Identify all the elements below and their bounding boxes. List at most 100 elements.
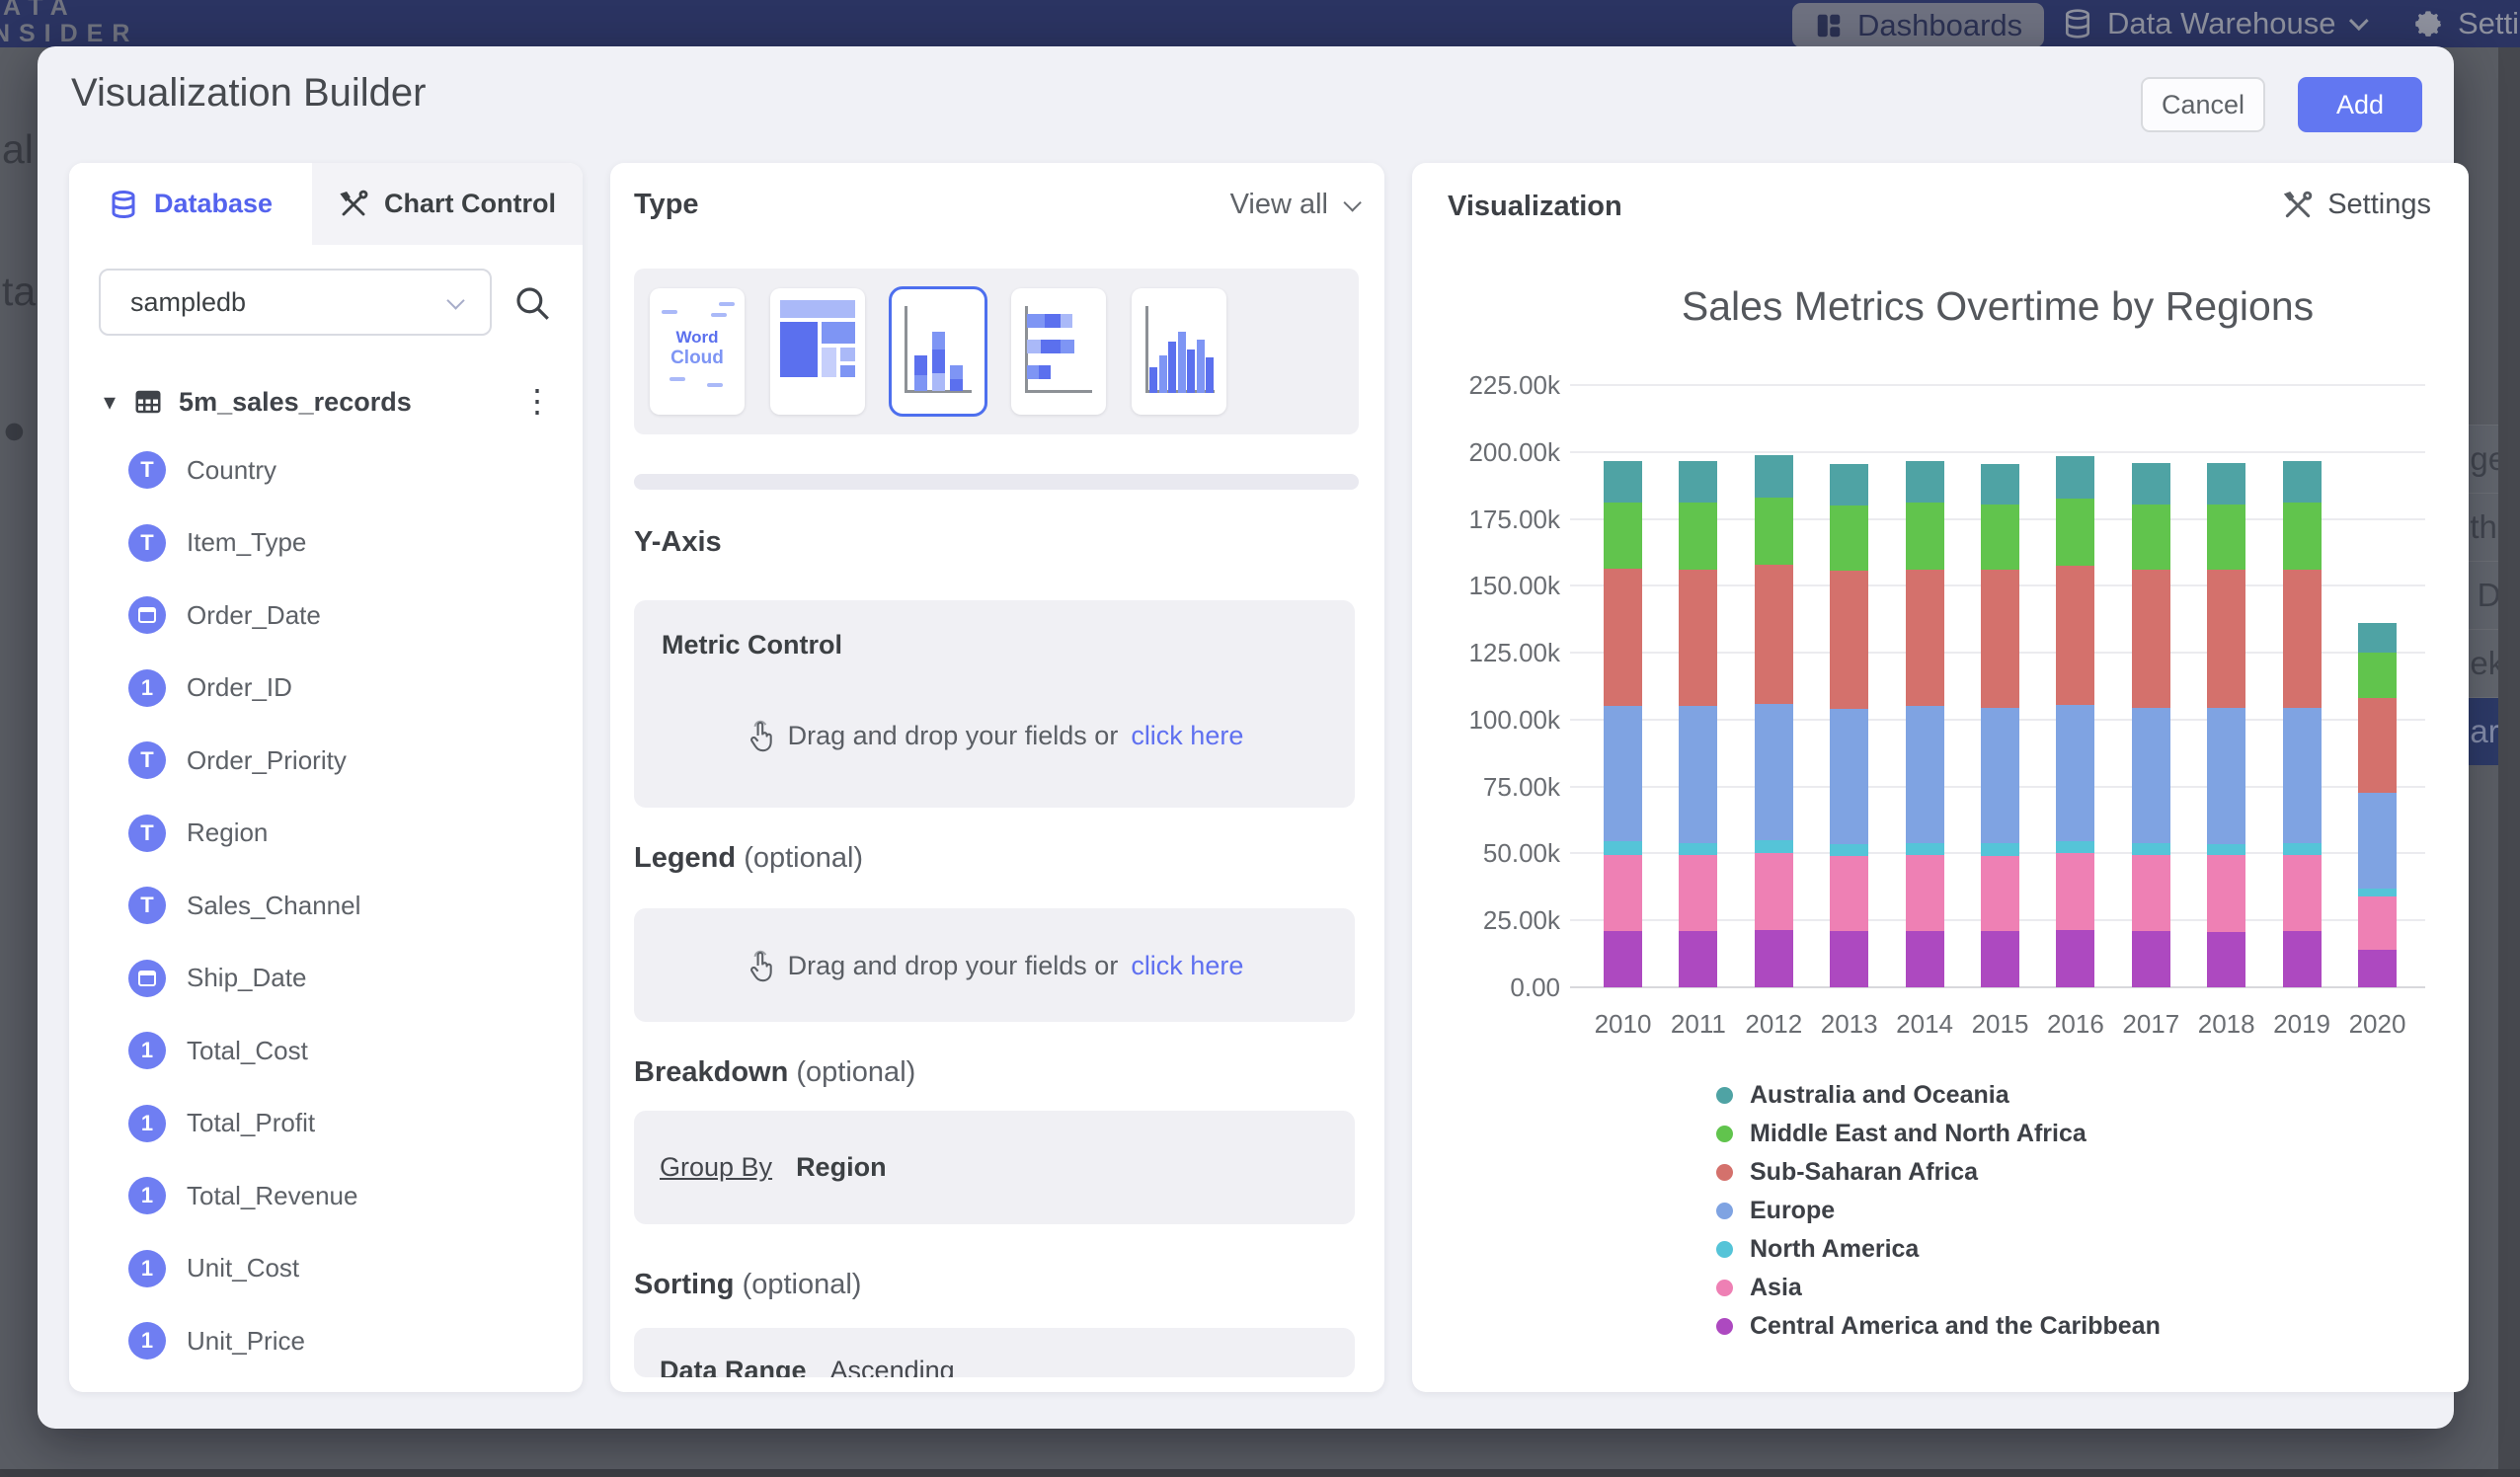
chart-type-stacked-column[interactable]: [891, 288, 985, 415]
y-axis-tick-label: 0.00: [1412, 972, 1560, 1003]
field-label: Region: [187, 817, 268, 848]
bar-segment-australia-and-oceania: [2207, 463, 2245, 505]
settings-button[interactable]: Settings: [2282, 189, 2431, 221]
glyph-block: [1168, 342, 1176, 393]
legend-dot: [1716, 1318, 1733, 1335]
legend-drop-zone[interactable]: Drag and drop your fields or click here: [634, 908, 1355, 1022]
breakdown-group-by-card[interactable]: Group By Region: [634, 1111, 1355, 1224]
group-by-button[interactable]: Group By: [660, 1152, 772, 1183]
kebab-menu-icon[interactable]: ⋮: [521, 382, 553, 420]
glyph-block: [1197, 340, 1205, 393]
glyph-block: [1159, 355, 1167, 393]
field-row-region[interactable]: TRegion: [69, 797, 583, 870]
settings-label: Settings: [2327, 189, 2431, 221]
field-type-text-icon: T: [128, 451, 166, 489]
field-row-ship_date[interactable]: Ship_Date: [69, 942, 583, 1015]
bar-segment-europe: [1604, 706, 1642, 841]
y-axis-tick-label: 200.00k: [1412, 437, 1560, 468]
bar-segment-north-america: [2207, 844, 2245, 855]
legend-label: Sub-Saharan Africa: [1750, 1158, 1978, 1187]
database-panel: Database Chart Control sampledb ▾ 5m_sal…: [69, 163, 583, 1392]
type-heading: Type: [634, 189, 699, 221]
nav-item-settings[interactable]: Settings: [2412, 0, 2520, 47]
bar-segment-central-america-and-the-caribbean: [2132, 931, 2170, 987]
field-row-order_priority[interactable]: TOrder_Priority: [69, 724, 583, 797]
bar-segment-middle-east-and-north-africa: [1604, 503, 1642, 568]
view-all-dropdown[interactable]: View all: [1230, 189, 1357, 221]
chart-type-word-cloud[interactable]: WordCloud: [650, 288, 745, 415]
nav-item-data-warehouse[interactable]: Data Warehouse: [2062, 0, 2363, 47]
field-label: Order_Priority: [187, 745, 347, 776]
add-button[interactable]: Add: [2298, 77, 2422, 132]
field-row-unit_price[interactable]: 1Unit_Price: [69, 1304, 583, 1377]
bar-segment-sub-saharan-africa: [2132, 570, 2170, 708]
bar-segment-central-america-and-the-caribbean: [1981, 931, 2019, 987]
legend-label: Europe: [1750, 1197, 1835, 1225]
bar-segment-europe: [2132, 708, 2170, 843]
tab-database[interactable]: Database: [69, 163, 312, 245]
bar-segment-sub-saharan-africa: [1830, 571, 1868, 709]
bar-segment-asia: [1755, 853, 1793, 929]
bar-segment-asia: [1981, 856, 2019, 931]
field-row-total_profit[interactable]: 1Total_Profit: [69, 1087, 583, 1160]
bar-segment-middle-east-and-north-africa: [1830, 505, 1868, 571]
glyph-block: [932, 373, 945, 391]
bar-segment-europe: [1830, 709, 1868, 844]
background-text-fragment: al: [2, 126, 34, 173]
sorting-card[interactable]: Data Range Ascending: [634, 1328, 1355, 1377]
field-type-text-icon: T: [128, 524, 166, 562]
glyph-block: [1061, 340, 1074, 353]
nav-label-data-warehouse: Data Warehouse: [2107, 6, 2335, 41]
nav-label-dashboards: Dashboards: [1857, 8, 2022, 43]
field-row-total_cost[interactable]: 1Total_Cost: [69, 1014, 583, 1087]
glyph-block: [780, 322, 818, 377]
field-row-order_id[interactable]: 1Order_ID: [69, 652, 583, 725]
bar-segment-north-america: [2283, 843, 2322, 855]
nav-tab-dashboards[interactable]: Dashboards: [1792, 3, 2044, 47]
field-row-item_type[interactable]: TItem_Type: [69, 506, 583, 580]
bar-segment-central-america-and-the-caribbean: [1755, 930, 1793, 987]
app-logo-line2: INSIDER: [0, 21, 138, 47]
bar-segment-asia: [2056, 853, 2094, 929]
field-row-unit_cost[interactable]: 1Unit_Cost: [69, 1232, 583, 1305]
click-here-link[interactable]: click here: [1131, 721, 1243, 751]
y-axis-tick-label: 225.00k: [1412, 370, 1560, 401]
legend-label: Middle East and North Africa: [1750, 1120, 2087, 1148]
background-bottom-edge: [0, 1469, 2520, 1477]
chart-type-column[interactable]: [1132, 288, 1226, 415]
chart-type-scrollbar[interactable]: [634, 474, 1359, 490]
glyph-block: [840, 348, 855, 361]
bar-segment-asia: [1679, 855, 1717, 931]
sorting-heading-label: Sorting: [634, 1269, 735, 1300]
chart-type-treemap[interactable]: [770, 288, 865, 415]
bar-segment-central-america-and-the-caribbean: [1604, 931, 1642, 987]
chart-title: Sales Metrics Overtime by Regions: [1570, 283, 2425, 330]
bar-segment-middle-east-and-north-africa: [1679, 503, 1717, 570]
bar-segment-middle-east-and-north-africa: [1981, 505, 2019, 570]
field-row-country[interactable]: TCountry: [69, 433, 583, 506]
bar-segment-central-america-and-the-caribbean: [2358, 950, 2397, 987]
word-cloud-speck: [711, 313, 727, 317]
database-select[interactable]: sampledb: [99, 269, 492, 336]
bar-segment-australia-and-oceania: [2358, 623, 2397, 653]
table-tree-header[interactable]: ▾ 5m_sales_records ⋮: [69, 374, 583, 429]
tab-chart-control[interactable]: Chart Control: [312, 163, 583, 245]
nav-label-settings: Settings: [2458, 6, 2520, 41]
gridline: [1570, 451, 2425, 453]
click-here-link[interactable]: click here: [1131, 951, 1243, 981]
search-icon[interactable]: [512, 282, 553, 324]
field-row-total_revenue[interactable]: 1Total_Revenue: [69, 1159, 583, 1232]
background-text-fragment: ta: [2, 269, 36, 315]
bar-segment-sub-saharan-africa: [1981, 570, 2019, 708]
bar-segment-sub-saharan-africa: [1604, 569, 1642, 707]
field-row-order_date[interactable]: Order_Date: [69, 579, 583, 652]
legend-item: Australia and Oceania: [1716, 1076, 2161, 1115]
field-row-sales_channel[interactable]: TSales_Channel: [69, 869, 583, 942]
bar-segment-middle-east-and-north-africa: [2283, 503, 2322, 570]
word-cloud-speck: [707, 383, 723, 387]
chart-type-stacked-bar[interactable]: [1011, 288, 1106, 415]
sorting-heading: Sorting (optional): [634, 1269, 861, 1301]
cancel-button[interactable]: Cancel: [2141, 77, 2265, 132]
y-axis-drop-zone[interactable]: Metric Control Drag and drop your fields…: [634, 600, 1355, 808]
background-text-fragment: ●: [2, 407, 27, 453]
